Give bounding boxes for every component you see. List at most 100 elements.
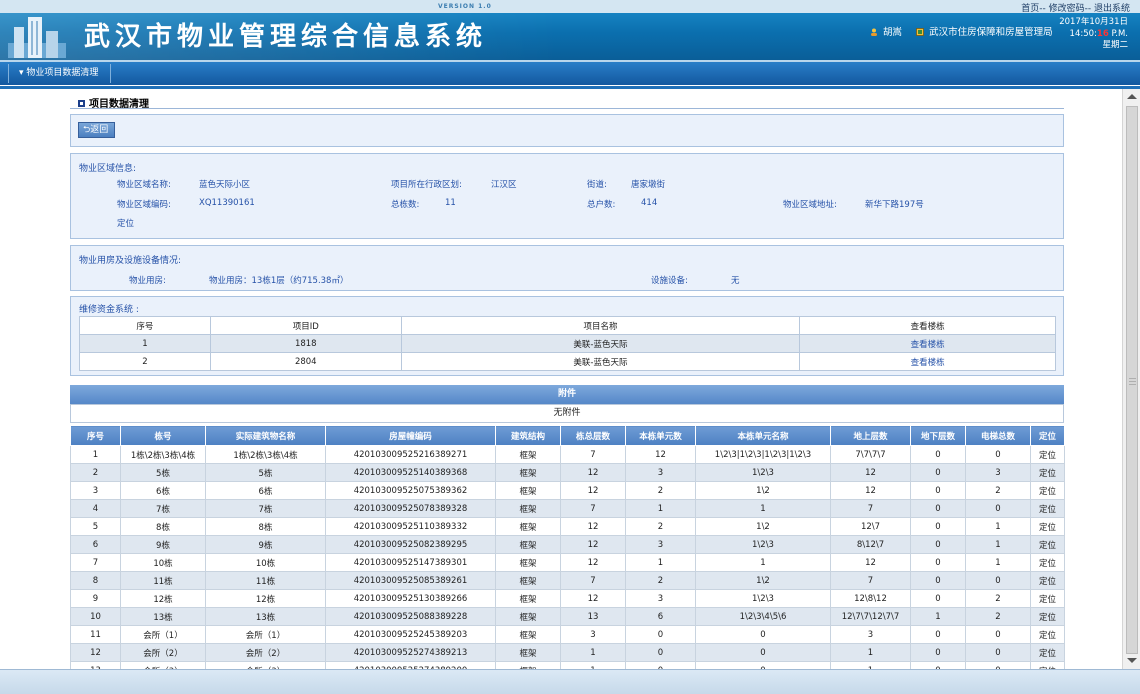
bld-cell-total-floors: 12 [560,463,626,482]
bld-cell-above-floors: 3 [830,625,911,644]
bld-cell-below-floors: 0 [910,535,966,554]
locate-link[interactable]: 定位 [1030,589,1065,608]
locate-link[interactable]: 定位 [1030,571,1065,590]
bld-col-unit-count: 本栋单元数 [625,425,696,446]
bld-cell-total-floors: 7 [560,445,626,464]
bld-cell-total-floors: 13 [560,607,626,626]
buildings-table-body: 1 1栋\2栋\3栋\4栋 1栋\2栋\3栋\4栋 42010300952521638… [70,445,1065,669]
bld-cell-building-no: 9栋 [120,535,206,554]
bld-cell-index: 9 [70,589,121,608]
table-row: 10 13栋 13栋 420103009525088389228 框架 13 6 1\2\3\… [70,607,1065,626]
bld-cell-elevators: 0 [965,661,1031,669]
clock-ampm: P.M. [1108,28,1128,39]
locate-link[interactable]: 定位 [1030,481,1065,500]
attachments-empty: 无附件 [70,404,1064,423]
home-link[interactable]: 首页-- [1021,4,1046,14]
fund-cell: 2804 [209,352,402,371]
bld-col-unit-names: 本栋单元名称 [695,425,831,446]
bld-cell-unit-names: 0 [695,643,831,662]
bld-cell-below-floors: 0 [910,499,966,518]
bld-cell-elevators: 0 [965,445,1031,464]
bld-cell-elevators: 0 [965,499,1031,518]
locate-link[interactable]: 定位 [1030,535,1065,554]
street-label: 街道: [587,180,607,190]
bld-cell-unit-names: 1 [695,553,831,572]
bld-cell-structure: 框架 [495,643,561,662]
locate-link[interactable]: 定位 [1030,463,1065,482]
buildings-table-header: 序号 栋号 实际建筑物名称 房屋幢编码 建筑结构 栋总层数 本栋单元数 本栋单元名称 地上层数地… [70,425,1065,446]
bld-cell-house-code: 420103009525274389200 [325,661,496,669]
table-row: 2 5栋 5栋 420103009525140389368 框架 12 3 1\2\3 12 0 3… [70,463,1065,482]
district-label: 项目所在行政区划: [391,180,462,190]
bld-cell-actual-name: 13栋 [205,607,326,626]
bld-cell-unit-count: 0 [625,643,696,662]
area-name-value: 蓝色天际小区 [199,180,251,190]
clock-seconds: 16 [1096,28,1109,39]
bld-cell-total-floors: 7 [560,499,626,518]
bld-cell-elevators: 2 [965,589,1031,608]
scroll-down-icon[interactable] [1127,658,1137,663]
room-label: 物业用房: [129,276,166,286]
bld-cell-index: 12 [70,643,121,662]
bld-cell-house-code: 420103009525082389295 [325,535,496,554]
locate-link[interactable]: 定位 [1030,499,1065,518]
bld-col-elevators: 电梯总数 [965,425,1031,446]
bld-cell-index: 4 [70,499,121,518]
view-buildings-link[interactable]: 查看楼栋 [799,352,1056,371]
change-password-link[interactable]: 修改密码-- [1049,4,1092,14]
locate-link[interactable]: 定位 [1030,661,1065,669]
bld-cell-index: 7 [70,553,121,572]
bld-cell-total-floors: 12 [560,553,626,572]
bld-cell-index: 13 [70,661,121,669]
area-locate-link[interactable]: 定位 [117,217,134,229]
bld-cell-index: 6 [70,535,121,554]
menu-bar: ▾ 物业项目数据清理 [0,60,1140,85]
bld-cell-above-floors: 12 [830,481,911,500]
scroll-grip-icon: ― ― ― [1129,374,1136,388]
bld-cell-actual-name: 会所（1） [205,625,326,644]
attachments-header: 附件 [70,385,1064,404]
locate-link[interactable]: 定位 [1030,553,1065,572]
table-row: 6 9栋 9栋 420103009525082389295 框架 12 3 1\2\3 8\12… [70,535,1065,554]
locate-link[interactable]: 定位 [1030,517,1065,536]
back-button[interactable]: ⮌返回 [78,122,116,138]
bld-cell-index: 5 [70,517,121,536]
locate-link[interactable]: 定位 [1030,607,1065,626]
address-label: 物业区域地址: [783,200,837,210]
bld-cell-below-floors: 0 [910,517,966,536]
locate-link[interactable]: 定位 [1030,643,1065,662]
bld-cell-elevators: 2 [965,607,1031,626]
scroll-up-icon[interactable] [1127,94,1137,99]
header-top-strip [0,0,1140,13]
fund-cell: 1818 [209,334,402,353]
bld-col-total-floors: 栋总层数 [560,425,626,446]
table-row: 7 10栋 10栋 420103009525147389301 框架 12 1 1 12 0 1 定位 [70,553,1065,572]
version-label: VERSION 1.0 [438,3,492,10]
menu-item-project-data-cleanup[interactable]: ▾ 物业项目数据清理 [8,64,112,83]
bld-cell-below-floors: 0 [910,481,966,500]
department-icon [916,28,925,36]
fund-table-header: 序号 项目ID 项目名称 查看楼栋 [79,316,1056,335]
locate-link[interactable]: 定位 [1030,625,1065,644]
bld-cell-building-no: 5栋 [120,463,206,482]
bld-cell-unit-names: 1\2 [695,481,831,500]
table-row: 1 1栋\2栋\3栋\4栋 1栋\2栋\3栋\4栋 42010300952521638… [70,445,1065,464]
bld-cell-elevators: 1 [965,553,1031,572]
buildings-table: 序号 栋号 实际建筑物名称 房屋幢编码 建筑结构 栋总层数 本栋单元数 本栋单元名称 地上层数地… [70,425,1065,669]
bld-cell-total-floors: 1 [560,643,626,662]
locate-link[interactable]: 定位 [1030,445,1065,464]
scrollbar-thumb[interactable]: ― ― ― [1126,106,1138,654]
bld-cell-building-no: 7栋 [120,499,206,518]
buildings-count-label: 总栋数: [391,200,420,210]
back-panel: ⮌返回 [70,114,1064,147]
bld-cell-structure: 框架 [495,481,561,500]
bld-cell-unit-count: 2 [625,517,696,536]
logout-link[interactable]: 退出系统 [1094,4,1130,14]
bld-cell-structure: 框架 [495,535,561,554]
status-bar [0,669,1140,694]
fund-cell: 美联-蓝色天际 [400,334,801,353]
vertical-scrollbar[interactable]: ― ― ― [1122,89,1140,669]
bld-cell-total-floors: 12 [560,535,626,554]
view-buildings-link[interactable]: 查看楼栋 [799,334,1056,353]
bld-cell-above-floors: 12\8\12 [830,589,911,608]
